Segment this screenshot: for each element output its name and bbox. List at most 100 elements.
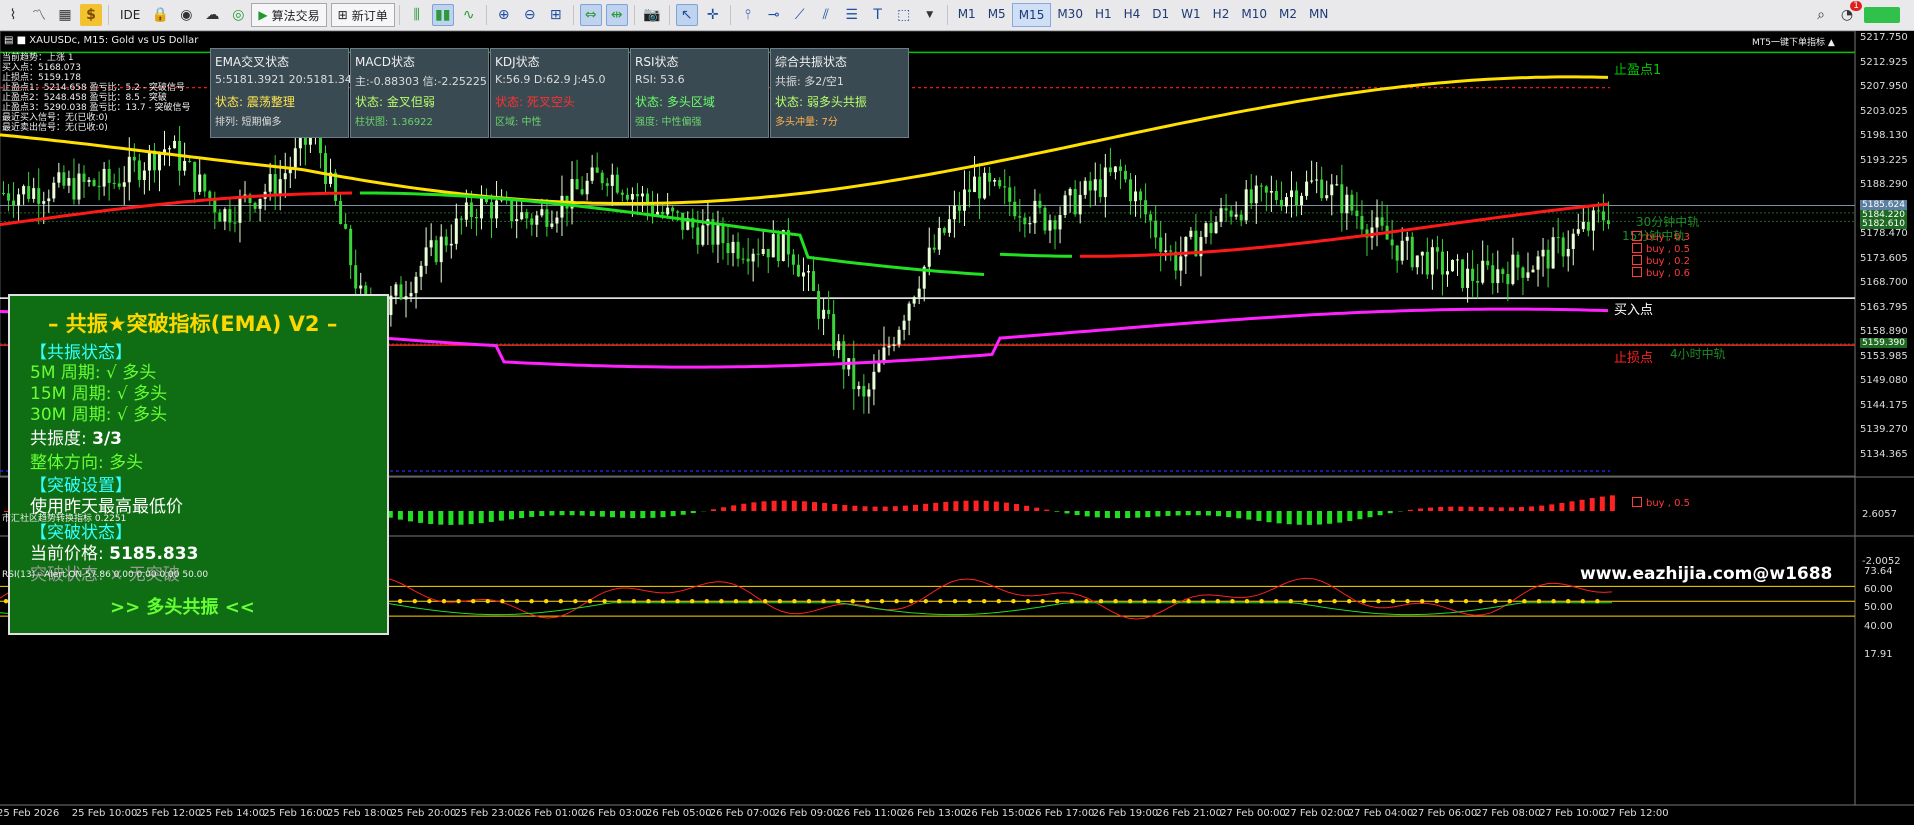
macd-bar — [1104, 511, 1110, 518]
macd-bar — [781, 500, 787, 511]
macd-bar — [1024, 505, 1030, 511]
macd-bar — [1519, 507, 1524, 511]
candle-body — [978, 176, 982, 199]
rsi-dot — [1215, 599, 1221, 604]
timeframe-m5[interactable]: M5 — [982, 3, 1012, 25]
macd-bar — [963, 500, 969, 511]
candle-body — [1466, 268, 1470, 288]
time-tick: 26 Feb 01:00 — [518, 808, 584, 819]
macd-bar — [983, 500, 989, 511]
timeframe-h4[interactable]: H4 — [1118, 3, 1147, 25]
notifications-icon[interactable]: ◔ 1 — [1836, 1, 1862, 26]
timeframe-mn[interactable]: MN — [1303, 3, 1334, 25]
ide-button[interactable]: IDE — [113, 3, 147, 27]
zoom-in-icon[interactable]: ⊕ — [493, 4, 515, 26]
bar-chart-icon[interactable]: ⫼ — [406, 4, 428, 26]
timeframe-m30[interactable]: M30 — [1051, 3, 1089, 25]
timeframe-m10[interactable]: M10 — [1235, 3, 1273, 25]
timeframe-d1[interactable]: D1 — [1146, 3, 1175, 25]
order-close-icon[interactable] — [1632, 497, 1642, 507]
order-close-icon[interactable] — [1632, 267, 1642, 277]
candle-body — [1315, 179, 1319, 181]
candle-body — [1591, 210, 1595, 231]
rsi-dot — [1259, 599, 1264, 604]
account-icon[interactable] — [1862, 4, 1902, 26]
order-item[interactable]: buy , 0.5 — [1632, 243, 1690, 255]
timeframe-m15[interactable]: M15 — [1011, 3, 1052, 27]
rsi-dot — [544, 599, 549, 604]
candle-body — [1279, 199, 1283, 207]
macd-bar — [1094, 511, 1100, 518]
candle-body — [801, 272, 805, 277]
macd-bar — [1226, 511, 1232, 518]
channel-icon[interactable]: ⫽ — [815, 4, 837, 26]
rsi-dot — [1332, 599, 1337, 604]
order-close-icon[interactable] — [1632, 255, 1642, 265]
chart-area[interactable]: ▤ ■ XAUUSDc, M15: Gold vs US Dollar MT5一… — [0, 31, 1914, 825]
order-item[interactable]: buy , 0.5 — [1632, 497, 1690, 509]
timeframe-m1[interactable]: M1 — [952, 3, 982, 25]
status-panel: EMA交叉状态 5:5181.3921 20:5181.3463 6 状态: 震荡整… — [210, 48, 376, 138]
candlestick-icon[interactable]: ▮▮ — [431, 4, 454, 26]
template-icon[interactable]: ▦ — [54, 4, 76, 26]
search-icon[interactable]: ⌕ — [1810, 4, 1832, 26]
trendline-icon[interactable]: ⟋ — [789, 4, 811, 26]
rsi-level: 60.00 — [1864, 584, 1893, 595]
rsi-dot — [690, 599, 695, 604]
macd-bar — [1428, 507, 1434, 511]
vertical-line-icon[interactable]: ⫯ — [737, 4, 759, 26]
separator — [572, 5, 574, 25]
crosshair-icon[interactable]: ✛ — [702, 4, 724, 26]
shapes-icon[interactable]: ⬚ — [893, 4, 915, 26]
dollar-icon[interactable]: $ — [80, 4, 102, 26]
candle-body — [87, 179, 91, 182]
screenshot-icon[interactable]: 📷 — [641, 4, 663, 26]
line-icon[interactable]: ∿ — [458, 4, 480, 26]
rsi-level: 50.00 — [1864, 602, 1893, 613]
order-item[interactable]: buy , 0.2 — [1632, 255, 1690, 267]
vps-icon[interactable]: ◎ — [227, 4, 249, 26]
separator — [729, 5, 731, 25]
horizontal-line-icon[interactable]: ⊸ — [763, 4, 785, 26]
fibonacci-icon[interactable]: ☰ — [841, 4, 863, 26]
macd-bar — [711, 509, 716, 511]
macd-bar — [397, 511, 403, 520]
candle-body — [1496, 269, 1500, 284]
order-close-icon[interactable] — [1632, 231, 1642, 241]
new-order-button[interactable]: ⊞ 新订单 — [330, 3, 395, 27]
candle-body — [132, 156, 136, 161]
cloud-icon[interactable]: ☁ — [201, 4, 223, 26]
autoscroll-icon[interactable]: ⇔ — [579, 4, 602, 26]
timeframe-m2[interactable]: M2 — [1273, 3, 1303, 25]
panel-detail: 多头冲量: 7分 — [775, 117, 838, 128]
order-item[interactable]: buy , 0.3 — [1632, 231, 1690, 243]
one-click-trading-label[interactable]: MT5一键下单指标 ▲ — [1752, 35, 1835, 48]
chart-shift-icon[interactable]: ⇹ — [605, 4, 628, 26]
timeframe-h2[interactable]: H2 — [1207, 3, 1236, 25]
zoom-out-icon[interactable]: ⊖ — [519, 4, 541, 26]
candle-body — [610, 174, 614, 186]
candle-body — [877, 362, 881, 372]
candle-body — [1123, 170, 1127, 180]
candle-body — [1249, 189, 1253, 204]
text-icon[interactable]: T — [867, 4, 889, 26]
algo-trading-button[interactable]: ▶ 算法交易 — [251, 3, 327, 27]
candle-body — [1129, 179, 1132, 202]
grid-icon[interactable]: ⊞ — [545, 4, 567, 26]
order-item[interactable]: buy , 0.6 — [1632, 267, 1690, 279]
timeframe-bar: M1 M5 M15 M30 H1 H4 D1 W1 H2 M10 M2 MN — [952, 3, 1335, 27]
candle-body — [962, 189, 966, 211]
panel-title: 综合共振状态 — [775, 55, 848, 69]
cursor-icon[interactable]: ↖ — [675, 4, 698, 26]
order-close-icon[interactable] — [1632, 243, 1642, 253]
chevron-down-icon[interactable]: ▼ — [919, 4, 941, 26]
chart-type-icon[interactable]: ⌇ — [2, 4, 24, 26]
lock-icon[interactable]: 🔒 — [149, 4, 171, 26]
candle-body — [857, 385, 861, 390]
timeframe-w1[interactable]: W1 — [1175, 3, 1207, 25]
candle-body — [1154, 220, 1158, 238]
line-chart-icon[interactable]: 〽 — [28, 4, 50, 26]
status-panel: MACD状态 主:-0.88303 信:-2.25225 状态: 金叉但弱 柱状图: … — [350, 48, 489, 138]
timeframe-h1[interactable]: H1 — [1089, 3, 1118, 25]
signal-icon[interactable]: ◉ — [175, 4, 197, 26]
